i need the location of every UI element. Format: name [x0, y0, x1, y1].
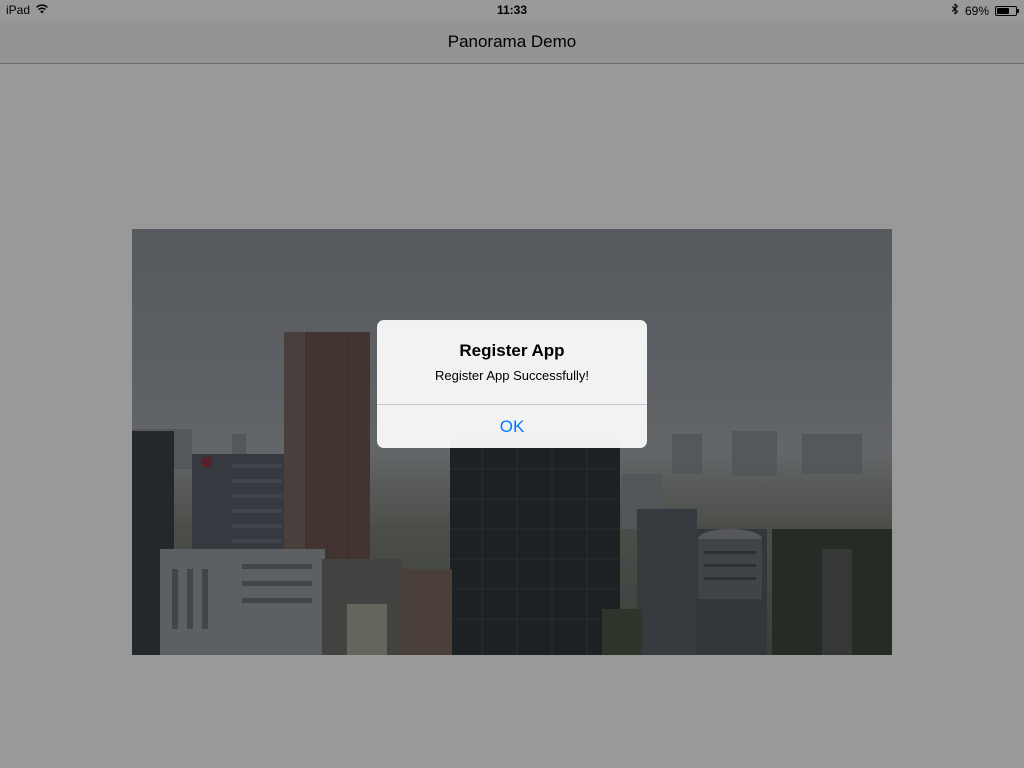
ok-button[interactable]: OK [377, 405, 647, 448]
alert-dialog: Register App Register App Successfully! … [377, 320, 647, 448]
alert-title: Register App [459, 341, 565, 360]
alert-message: Register App Successfully! [435, 368, 589, 383]
